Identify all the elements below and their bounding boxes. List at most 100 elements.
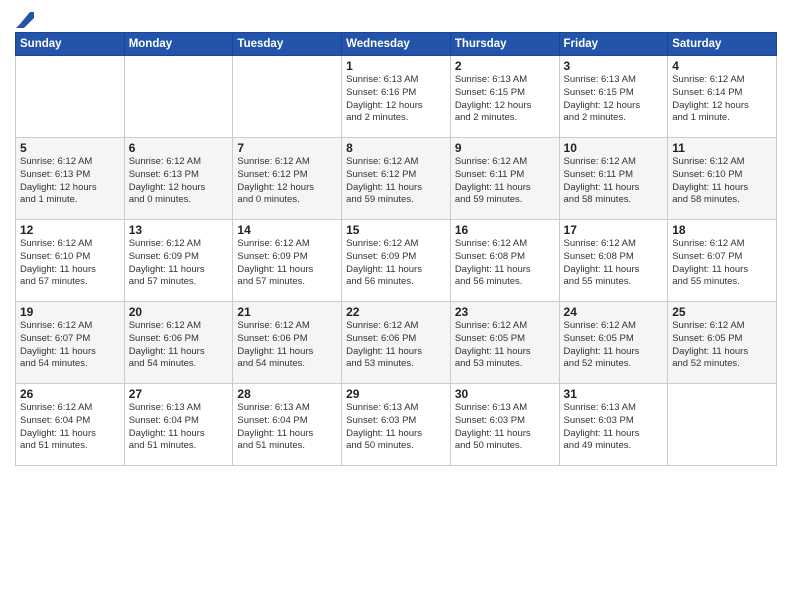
day-of-week-header: Sunday (16, 33, 125, 56)
day-info: Sunrise: 6:12 AM Sunset: 6:09 PM Dayligh… (129, 238, 229, 289)
calendar-week-row: 26Sunrise: 6:12 AM Sunset: 6:04 PM Dayli… (16, 384, 777, 466)
day-info: Sunrise: 6:12 AM Sunset: 6:05 PM Dayligh… (672, 320, 772, 371)
day-info: Sunrise: 6:13 AM Sunset: 6:03 PM Dayligh… (455, 402, 555, 453)
day-info: Sunrise: 6:12 AM Sunset: 6:06 PM Dayligh… (346, 320, 446, 371)
day-number: 3 (564, 59, 664, 73)
calendar-header-row: SundayMondayTuesdayWednesdayThursdayFrid… (16, 33, 777, 56)
day-info: Sunrise: 6:12 AM Sunset: 6:14 PM Dayligh… (672, 74, 772, 125)
page: SundayMondayTuesdayWednesdayThursdayFrid… (0, 0, 792, 612)
day-info: Sunrise: 6:12 AM Sunset: 6:12 PM Dayligh… (346, 156, 446, 207)
calendar-week-row: 1Sunrise: 6:13 AM Sunset: 6:16 PM Daylig… (16, 56, 777, 138)
day-number: 28 (237, 387, 337, 401)
day-of-week-header: Saturday (668, 33, 777, 56)
day-number: 26 (20, 387, 120, 401)
day-info: Sunrise: 6:12 AM Sunset: 6:08 PM Dayligh… (564, 238, 664, 289)
day-of-week-header: Thursday (450, 33, 559, 56)
calendar-cell: 20Sunrise: 6:12 AM Sunset: 6:06 PM Dayli… (124, 302, 233, 384)
day-number: 20 (129, 305, 229, 319)
day-number: 6 (129, 141, 229, 155)
day-info: Sunrise: 6:13 AM Sunset: 6:15 PM Dayligh… (455, 74, 555, 125)
calendar-cell: 2Sunrise: 6:13 AM Sunset: 6:15 PM Daylig… (450, 56, 559, 138)
day-of-week-header: Tuesday (233, 33, 342, 56)
day-info: Sunrise: 6:13 AM Sunset: 6:15 PM Dayligh… (564, 74, 664, 125)
calendar-cell: 19Sunrise: 6:12 AM Sunset: 6:07 PM Dayli… (16, 302, 125, 384)
day-info: Sunrise: 6:12 AM Sunset: 6:09 PM Dayligh… (346, 238, 446, 289)
calendar-cell: 23Sunrise: 6:12 AM Sunset: 6:05 PM Dayli… (450, 302, 559, 384)
logo-triangle-icon (16, 10, 34, 28)
day-number: 25 (672, 305, 772, 319)
calendar-cell: 27Sunrise: 6:13 AM Sunset: 6:04 PM Dayli… (124, 384, 233, 466)
day-number: 23 (455, 305, 555, 319)
calendar-cell: 15Sunrise: 6:12 AM Sunset: 6:09 PM Dayli… (342, 220, 451, 302)
calendar-cell: 9Sunrise: 6:12 AM Sunset: 6:11 PM Daylig… (450, 138, 559, 220)
calendar-cell (668, 384, 777, 466)
day-info: Sunrise: 6:12 AM Sunset: 6:11 PM Dayligh… (564, 156, 664, 207)
calendar-cell: 21Sunrise: 6:12 AM Sunset: 6:06 PM Dayli… (233, 302, 342, 384)
day-of-week-header: Friday (559, 33, 668, 56)
day-number: 24 (564, 305, 664, 319)
day-info: Sunrise: 6:12 AM Sunset: 6:13 PM Dayligh… (129, 156, 229, 207)
day-number: 30 (455, 387, 555, 401)
calendar: SundayMondayTuesdayWednesdayThursdayFrid… (15, 32, 777, 466)
calendar-cell: 1Sunrise: 6:13 AM Sunset: 6:16 PM Daylig… (342, 56, 451, 138)
calendar-cell: 26Sunrise: 6:12 AM Sunset: 6:04 PM Dayli… (16, 384, 125, 466)
day-info: Sunrise: 6:12 AM Sunset: 6:12 PM Dayligh… (237, 156, 337, 207)
calendar-cell: 29Sunrise: 6:13 AM Sunset: 6:03 PM Dayli… (342, 384, 451, 466)
day-number: 27 (129, 387, 229, 401)
day-number: 5 (20, 141, 120, 155)
day-number: 11 (672, 141, 772, 155)
day-number: 10 (564, 141, 664, 155)
day-of-week-header: Wednesday (342, 33, 451, 56)
calendar-cell: 22Sunrise: 6:12 AM Sunset: 6:06 PM Dayli… (342, 302, 451, 384)
calendar-week-row: 5Sunrise: 6:12 AM Sunset: 6:13 PM Daylig… (16, 138, 777, 220)
day-number: 7 (237, 141, 337, 155)
day-number: 17 (564, 223, 664, 237)
calendar-cell: 12Sunrise: 6:12 AM Sunset: 6:10 PM Dayli… (16, 220, 125, 302)
day-number: 29 (346, 387, 446, 401)
day-number: 15 (346, 223, 446, 237)
day-info: Sunrise: 6:12 AM Sunset: 6:05 PM Dayligh… (455, 320, 555, 371)
calendar-cell: 25Sunrise: 6:12 AM Sunset: 6:05 PM Dayli… (668, 302, 777, 384)
calendar-week-row: 19Sunrise: 6:12 AM Sunset: 6:07 PM Dayli… (16, 302, 777, 384)
calendar-cell (16, 56, 125, 138)
day-number: 13 (129, 223, 229, 237)
calendar-cell: 5Sunrise: 6:12 AM Sunset: 6:13 PM Daylig… (16, 138, 125, 220)
calendar-cell: 16Sunrise: 6:12 AM Sunset: 6:08 PM Dayli… (450, 220, 559, 302)
day-info: Sunrise: 6:12 AM Sunset: 6:07 PM Dayligh… (20, 320, 120, 371)
day-info: Sunrise: 6:12 AM Sunset: 6:10 PM Dayligh… (20, 238, 120, 289)
calendar-cell: 14Sunrise: 6:12 AM Sunset: 6:09 PM Dayli… (233, 220, 342, 302)
calendar-cell: 28Sunrise: 6:13 AM Sunset: 6:04 PM Dayli… (233, 384, 342, 466)
day-number: 1 (346, 59, 446, 73)
day-info: Sunrise: 6:13 AM Sunset: 6:04 PM Dayligh… (129, 402, 229, 453)
calendar-cell: 6Sunrise: 6:12 AM Sunset: 6:13 PM Daylig… (124, 138, 233, 220)
day-info: Sunrise: 6:12 AM Sunset: 6:10 PM Dayligh… (672, 156, 772, 207)
calendar-cell: 11Sunrise: 6:12 AM Sunset: 6:10 PM Dayli… (668, 138, 777, 220)
calendar-cell (124, 56, 233, 138)
day-number: 31 (564, 387, 664, 401)
calendar-cell: 30Sunrise: 6:13 AM Sunset: 6:03 PM Dayli… (450, 384, 559, 466)
day-number: 2 (455, 59, 555, 73)
calendar-cell: 13Sunrise: 6:12 AM Sunset: 6:09 PM Dayli… (124, 220, 233, 302)
day-of-week-header: Monday (124, 33, 233, 56)
calendar-cell: 10Sunrise: 6:12 AM Sunset: 6:11 PM Dayli… (559, 138, 668, 220)
day-info: Sunrise: 6:12 AM Sunset: 6:09 PM Dayligh… (237, 238, 337, 289)
day-number: 9 (455, 141, 555, 155)
day-number: 4 (672, 59, 772, 73)
day-info: Sunrise: 6:12 AM Sunset: 6:13 PM Dayligh… (20, 156, 120, 207)
calendar-cell: 17Sunrise: 6:12 AM Sunset: 6:08 PM Dayli… (559, 220, 668, 302)
day-number: 16 (455, 223, 555, 237)
day-info: Sunrise: 6:12 AM Sunset: 6:08 PM Dayligh… (455, 238, 555, 289)
day-info: Sunrise: 6:13 AM Sunset: 6:03 PM Dayligh… (346, 402, 446, 453)
calendar-cell: 7Sunrise: 6:12 AM Sunset: 6:12 PM Daylig… (233, 138, 342, 220)
calendar-cell: 18Sunrise: 6:12 AM Sunset: 6:07 PM Dayli… (668, 220, 777, 302)
calendar-week-row: 12Sunrise: 6:12 AM Sunset: 6:10 PM Dayli… (16, 220, 777, 302)
calendar-cell: 8Sunrise: 6:12 AM Sunset: 6:12 PM Daylig… (342, 138, 451, 220)
day-info: Sunrise: 6:12 AM Sunset: 6:06 PM Dayligh… (129, 320, 229, 371)
day-info: Sunrise: 6:12 AM Sunset: 6:05 PM Dayligh… (564, 320, 664, 371)
day-number: 21 (237, 305, 337, 319)
calendar-cell: 24Sunrise: 6:12 AM Sunset: 6:05 PM Dayli… (559, 302, 668, 384)
day-number: 12 (20, 223, 120, 237)
day-number: 18 (672, 223, 772, 237)
day-number: 22 (346, 305, 446, 319)
day-info: Sunrise: 6:12 AM Sunset: 6:06 PM Dayligh… (237, 320, 337, 371)
